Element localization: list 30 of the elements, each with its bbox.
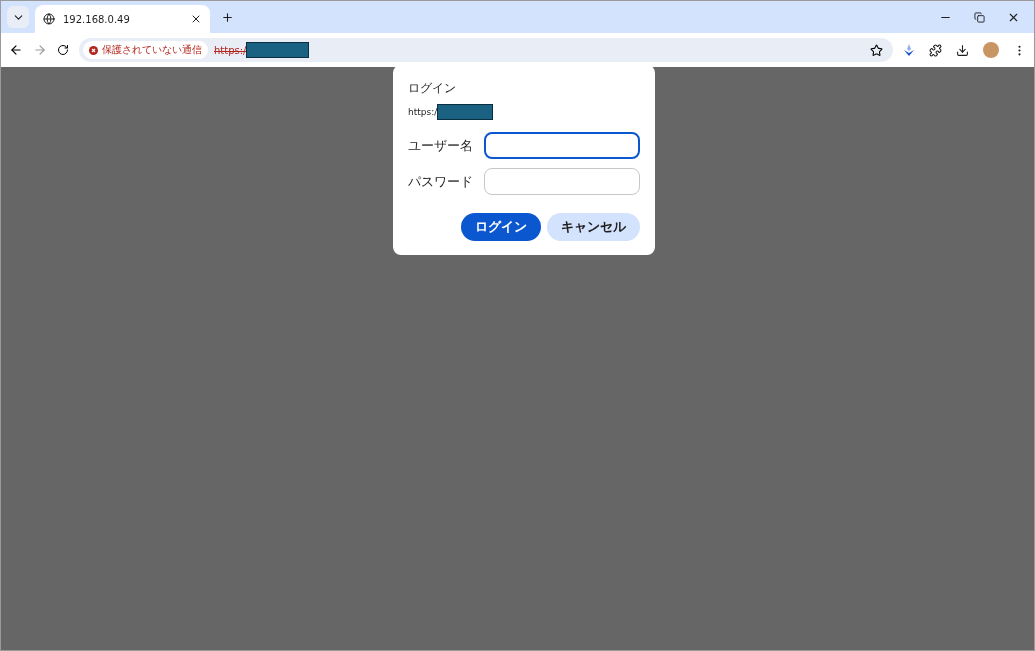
tab-search-button[interactable] [7,6,29,28]
redaction-mark [437,104,494,120]
redaction-mark [246,42,310,58]
star-icon[interactable] [870,43,883,57]
origin-text: https:/ [408,107,438,117]
address-bar[interactable]: 保護されていない通信 https:/ [79,38,893,62]
globe-icon [43,13,55,25]
restore-icon[interactable] [974,11,985,23]
cancel-button[interactable]: キャンセル [547,213,640,241]
forward-icon[interactable] [33,43,47,57]
input-field[interactable] [484,132,640,159]
tab-title: 192.168.0.49 [63,13,131,25]
error-icon [89,45,98,55]
profile-avatar[interactable] [983,42,999,58]
download-icon[interactable] [956,43,969,57]
field-label: パスワード [408,172,474,191]
browser-tab[interactable]: 192.168.0.49 [35,5,210,33]
security-label: 保護されていない通信 [102,43,202,57]
extension-icon[interactable] [903,44,915,56]
plus-icon [220,10,234,24]
field-label: ユーザー名 [408,136,474,155]
dialog-title: ログイン [408,81,457,96]
url-text: https:/ [214,44,247,56]
security-chip[interactable]: 保護されていない通信 [83,41,208,59]
input-field[interactable] [484,168,640,195]
back-icon[interactable] [9,43,23,57]
puzzle-icon[interactable] [929,43,942,57]
close-icon[interactable] [190,13,202,25]
login-button[interactable]: ログイン [461,213,541,241]
reload-icon[interactable] [57,44,69,56]
